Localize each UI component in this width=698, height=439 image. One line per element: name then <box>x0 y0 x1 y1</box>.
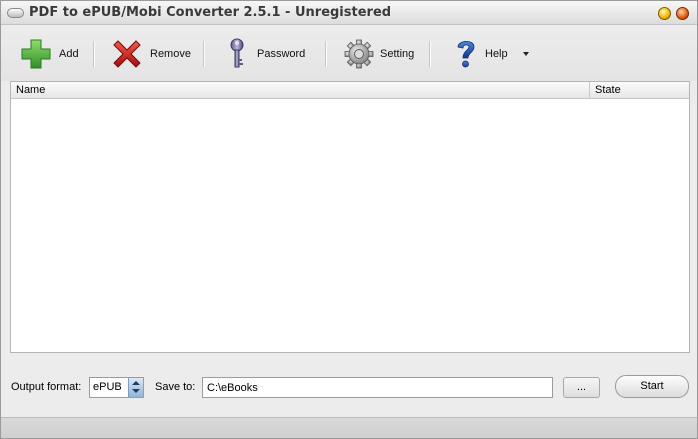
plus-icon <box>21 39 51 69</box>
help-label: Help <box>485 48 508 60</box>
system-menu-icon[interactable] <box>7 8 24 18</box>
x-icon <box>113 40 141 68</box>
key-icon <box>230 38 244 68</box>
format-spinner[interactable] <box>128 378 143 397</box>
file-list[interactable]: Name State <box>10 81 690 353</box>
output-format-label: Output format: <box>11 381 82 393</box>
toolbar-separator <box>429 41 431 67</box>
add-button[interactable]: Add <box>19 36 79 72</box>
password-label: Password <box>257 48 306 60</box>
setting-button[interactable]: Setting <box>344 36 414 72</box>
output-format-select[interactable]: ePUB <box>89 377 144 398</box>
toolbar-separator <box>93 41 95 67</box>
remove-button[interactable]: Remove <box>110 36 191 72</box>
dropdown-arrow-icon[interactable] <box>522 51 530 57</box>
toolbar: Add Remove Password Setting Help <box>1 26 697 81</box>
remove-label: Remove <box>150 48 191 60</box>
setting-label: Setting <box>380 48 415 60</box>
browse-button[interactable]: ... <box>563 377 600 398</box>
toolbar-separator <box>203 41 205 67</box>
start-button[interactable]: Start <box>615 375 689 398</box>
output-format-value: ePUB <box>93 381 122 393</box>
minimize-button[interactable] <box>658 7 671 20</box>
title-bar[interactable]: PDF to ePUB/Mobi Converter 2.5.1 - Unreg… <box>1 1 697 25</box>
app-window: PDF to ePUB/Mobi Converter 2.5.1 - Unreg… <box>0 0 698 439</box>
help-button[interactable]: Help <box>453 36 530 72</box>
save-to-label: Save to: <box>155 381 196 393</box>
add-label: Add <box>59 48 79 60</box>
column-header-state[interactable]: State <box>591 82 689 99</box>
window-title: PDF to ePUB/Mobi Converter 2.5.1 - Unreg… <box>29 5 392 20</box>
spinner-down-icon[interactable] <box>132 389 140 393</box>
column-header-name[interactable]: Name <box>11 82 590 99</box>
list-header: Name State <box>11 82 689 99</box>
password-button[interactable]: Password <box>223 36 305 72</box>
status-bar <box>1 417 697 438</box>
gear-icon <box>344 39 374 69</box>
save-to-input[interactable] <box>202 377 553 398</box>
toolbar-separator <box>325 41 327 67</box>
close-button[interactable] <box>676 7 689 20</box>
question-mark-icon <box>457 40 475 68</box>
spinner-up-icon[interactable] <box>132 381 140 385</box>
